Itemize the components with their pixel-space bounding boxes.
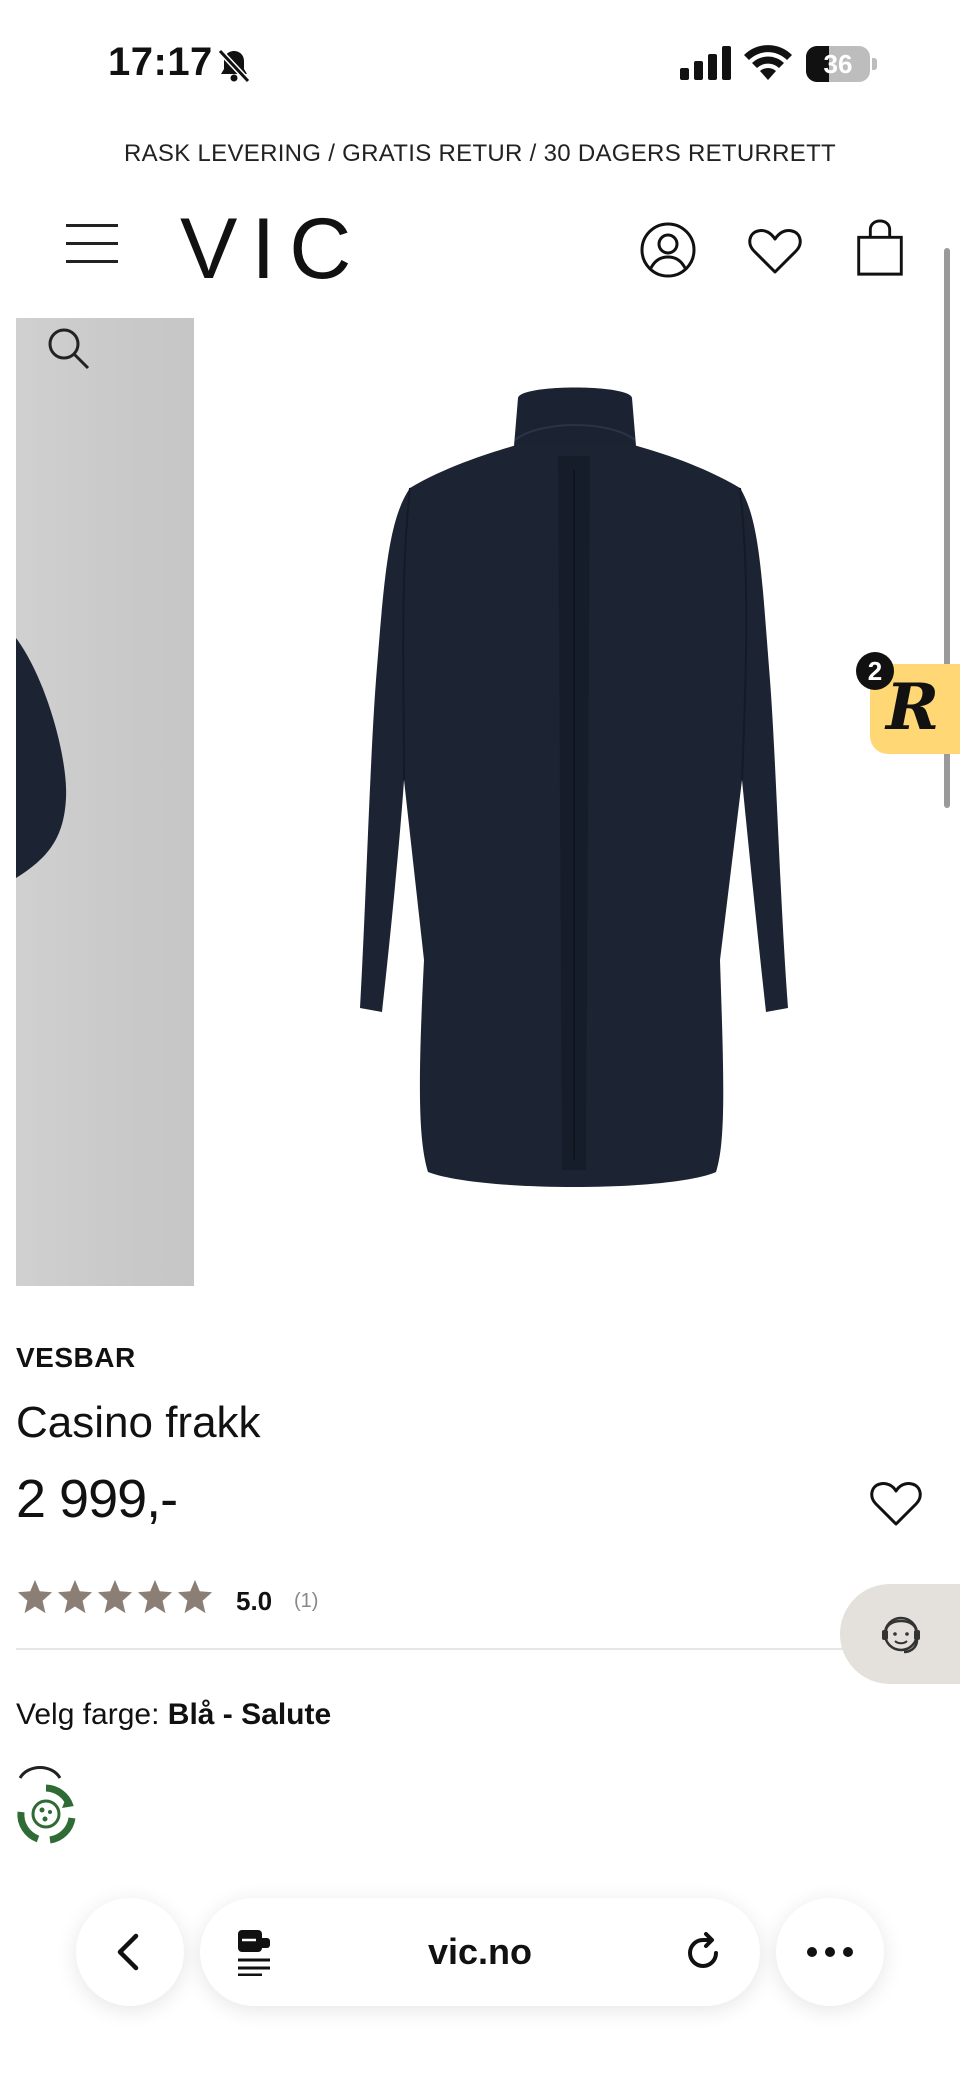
product-brand[interactable]: VESBAR (16, 1342, 136, 1374)
color-selector-label: Velg farge: Blå - Salute (16, 1698, 331, 1732)
back-button[interactable] (76, 1898, 184, 2006)
site-logo[interactable]: VIC (180, 206, 365, 292)
battery-percent: 36 (823, 49, 853, 79)
status-time: 17:17 (108, 40, 213, 84)
product-title: Casino frakk (16, 1398, 261, 1447)
product-thumbnail-image[interactable] (16, 318, 194, 1286)
zoom-search-icon[interactable] (44, 324, 92, 372)
wishlist-heart-icon[interactable] (745, 222, 805, 282)
add-to-wishlist-heart-icon[interactable] (868, 1476, 924, 1528)
color-swatch[interactable] (18, 1760, 62, 1780)
url-text[interactable]: vic.no (200, 1898, 760, 2006)
selected-color: Blå - Salute (167, 1698, 332, 1731)
customer-support-button[interactable] (840, 1584, 960, 1684)
wifi-icon (744, 45, 792, 80)
reviews-badge-count: 2 (856, 652, 894, 690)
address-bar[interactable]: vic.no (200, 1898, 760, 2006)
reload-icon[interactable] (682, 1932, 724, 1974)
account-icon[interactable] (638, 220, 698, 280)
divider (16, 1648, 876, 1650)
product-price: 2 999,- (16, 1469, 178, 1529)
menu-button[interactable] (66, 222, 118, 266)
rating-value: 5.0 (236, 1586, 273, 1616)
star-icon (137, 1579, 173, 1614)
bell-muted-icon (217, 48, 251, 84)
reviews-badge-letter: R (886, 670, 940, 745)
star-icon (97, 1579, 133, 1614)
more-dots-icon (807, 1947, 853, 1957)
color-label: Velg farge: (16, 1698, 168, 1731)
battery-indicator: 36 (806, 46, 878, 82)
star-icon (57, 1579, 93, 1614)
chevron-left-icon (117, 1933, 139, 1971)
rating-count[interactable]: (1) (294, 1590, 318, 1613)
more-options-button[interactable] (776, 1898, 884, 2006)
cart-bag-icon[interactable] (850, 218, 910, 278)
promo-banner: RASK LEVERING / GRATIS RETUR / 30 DAGERS… (123, 140, 836, 167)
product-main-image[interactable] (300, 380, 840, 1200)
eco-recycle-icon (17, 1784, 76, 1844)
star-icon (177, 1579, 213, 1614)
support-agent-icon (882, 1616, 920, 1654)
star-icon (17, 1579, 53, 1614)
cellular-signal-icon (680, 46, 731, 80)
rating-stars[interactable] (16, 1578, 214, 1618)
